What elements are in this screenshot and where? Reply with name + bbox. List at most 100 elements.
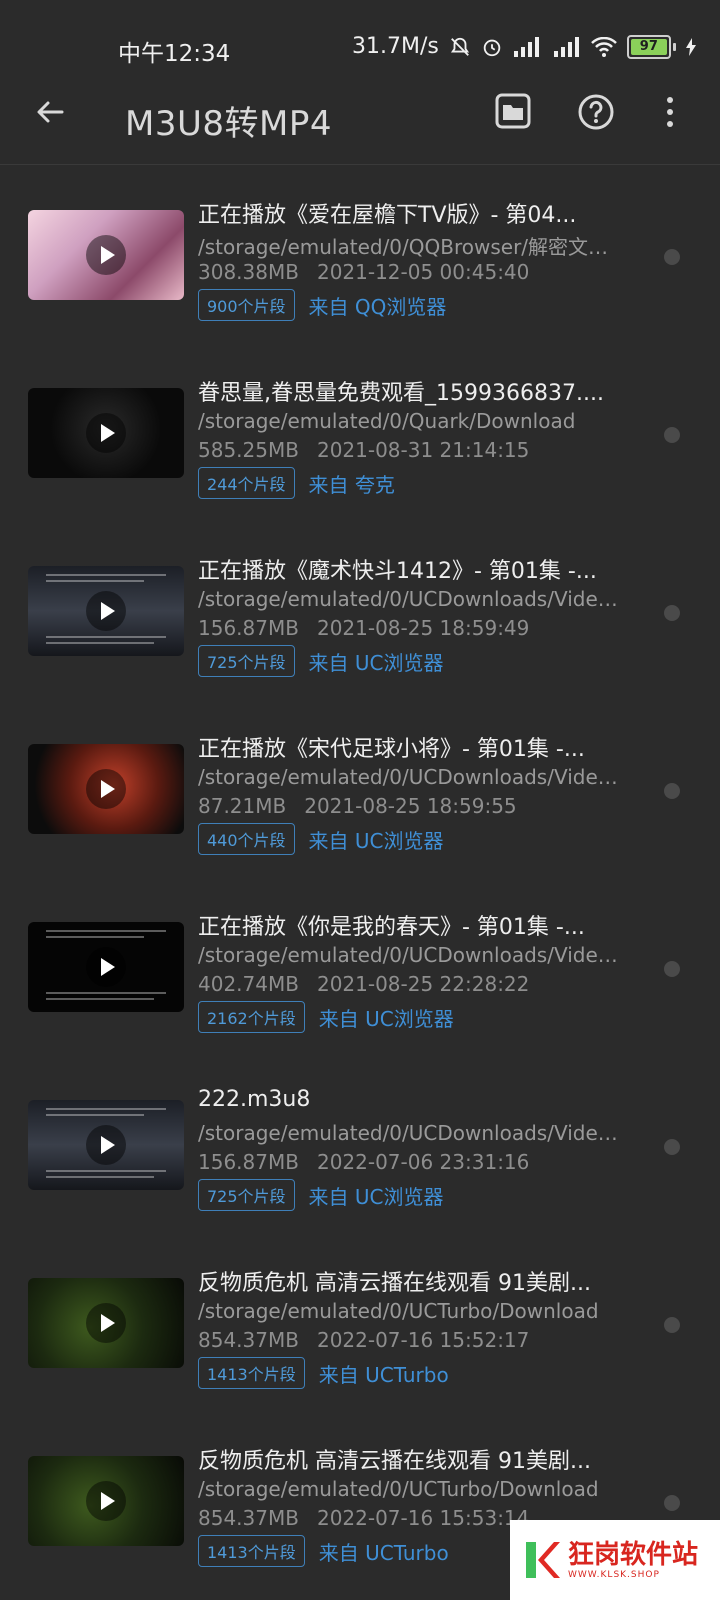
select-radio[interactable]	[664, 605, 680, 621]
video-thumbnail[interactable]	[28, 1100, 184, 1190]
app-bar: M3U8转MP4	[0, 72, 720, 164]
video-name: 正在播放《魔术快斗1412》- 第01集 -...	[198, 559, 597, 584]
list-item[interactable]: 反物质危机 高清云播在线观看 91美剧... /storage/emulated/…	[0, 1233, 720, 1411]
segment-count-badge: 1413个片段	[198, 1357, 305, 1389]
video-date: 2021-08-31 21:14:15	[316, 438, 530, 462]
video-date: 2021-08-25 18:59:49	[316, 616, 530, 640]
folder-button[interactable]	[494, 92, 538, 136]
page-title: M3U8转MP4	[125, 104, 332, 144]
segment-count-badge: 725个片段	[198, 645, 295, 677]
list-item[interactable]: 眷思量,眷思量免费观看_1599366837.... /storage/emula…	[0, 343, 720, 521]
video-path: /storage/emulated/0/UCDownloads/Video...	[198, 587, 628, 611]
video-tags: 1413个片段 来自 UCTurbo	[198, 1357, 449, 1389]
play-icon	[86, 1481, 126, 1521]
video-thumbnail[interactable]	[28, 744, 184, 834]
video-tags: 440个片段 来自 UC浏览器	[198, 823, 444, 855]
segment-count-badge: 2162个片段	[198, 1001, 305, 1033]
watermark-title: 狂岗软件站	[568, 1540, 699, 1570]
play-icon	[86, 591, 126, 631]
select-radio[interactable]	[664, 249, 680, 265]
list-item[interactable]: 正在播放《魔术快斗1412》- 第01集 -... /storage/emulat…	[0, 521, 720, 699]
help-button[interactable]	[576, 92, 620, 136]
mute-bell-icon	[449, 36, 471, 58]
video-path: /storage/emulated/0/UCTurbo/Download	[198, 1477, 599, 1501]
list-item[interactable]: 正在播放《宋代足球小将》- 第01集 -... /storage/emulated…	[0, 699, 720, 877]
video-name: 反物质危机 高清云播在线观看 91美剧...	[198, 1271, 591, 1296]
video-meta: 156.87MB 2021-08-25 18:59:49	[198, 616, 529, 640]
video-thumbnail[interactable]	[28, 210, 184, 300]
video-date: 2022-07-16 15:52:17	[316, 1328, 530, 1352]
video-tags: 725个片段 来自 UC浏览器	[198, 645, 444, 677]
video-source: 来自 UC浏览器	[308, 1184, 444, 1209]
video-meta: 308.38MB 2021-12-05 00:45:40	[198, 260, 529, 284]
watermark-logo-icon	[524, 1538, 560, 1582]
video-meta: 402.74MB 2021-08-25 22:28:22	[198, 972, 529, 996]
video-source: 来自 UCTurbo	[318, 1540, 449, 1565]
segment-count-badge: 900个片段	[198, 289, 295, 321]
watermark-url: WWW.KLSK.SHOP	[568, 1570, 660, 1580]
select-radio[interactable]	[664, 1317, 680, 1333]
video-size: 156.87MB	[198, 616, 299, 640]
video-thumbnail[interactable]	[28, 1456, 184, 1546]
more-vert-icon	[656, 97, 684, 136]
select-radio[interactable]	[664, 1495, 680, 1511]
video-name: 反物质危机 高清云播在线观看 91美剧...	[198, 1449, 591, 1474]
video-path: /storage/emulated/0/UCDownloads/Video...	[198, 1121, 628, 1145]
video-size: 854.37MB	[198, 1506, 299, 1530]
video-thumbnail[interactable]	[28, 922, 184, 1012]
segment-count-badge: 1413个片段	[198, 1535, 305, 1567]
signal-icon	[513, 36, 541, 57]
more-button[interactable]	[656, 92, 684, 136]
video-path: /storage/emulated/0/UCDownloads/Video...	[198, 765, 628, 789]
video-date: 2021-08-25 22:28:22	[316, 972, 530, 996]
video-source: 来自 UC浏览器	[308, 828, 444, 853]
video-name: 正在播放《宋代足球小将》- 第01集 -...	[198, 737, 585, 762]
select-radio[interactable]	[664, 427, 680, 443]
video-meta: 854.37MB 2022-07-16 15:52:17	[198, 1328, 529, 1352]
segment-count-badge: 440个片段	[198, 823, 295, 855]
video-size: 87.21MB	[198, 794, 287, 818]
play-icon	[86, 1125, 126, 1165]
video-tags: 2162个片段 来自 UC浏览器	[198, 1001, 454, 1033]
video-thumbnail[interactable]	[28, 566, 184, 656]
wifi-icon	[590, 36, 617, 57]
play-icon	[86, 235, 126, 275]
status-time: 中午12:34	[118, 41, 231, 67]
play-icon	[86, 947, 126, 987]
battery-icon: 97	[626, 34, 676, 59]
back-button[interactable]	[28, 92, 72, 136]
video-source: 来自 QQ浏览器	[308, 294, 447, 319]
watermark: 狂岗软件站 WWW.KLSK.SHOP	[510, 1520, 720, 1600]
video-thumbnail[interactable]	[28, 1278, 184, 1368]
video-source: 来自 UC浏览器	[308, 650, 444, 675]
video-tags: 725个片段 来自 UC浏览器	[198, 1179, 444, 1211]
video-meta: 585.25MB 2021-08-31 21:14:15	[198, 438, 529, 462]
list-item[interactable]: 正在播放《爱在屋檐下TV版》- 第04... /storage/emulated/…	[0, 165, 720, 343]
select-radio[interactable]	[664, 961, 680, 977]
video-date: 2021-08-25 18:59:55	[304, 794, 517, 818]
video-date: 2021-12-05 00:45:40	[316, 260, 530, 284]
charging-icon	[685, 37, 696, 56]
video-tags: 1413个片段 来自 UCTurbo	[198, 1535, 449, 1567]
video-path: /storage/emulated/0/Quark/Download	[198, 409, 576, 433]
video-size: 402.74MB	[198, 972, 299, 996]
video-source: 来自 UC浏览器	[318, 1006, 454, 1031]
select-radio[interactable]	[664, 783, 680, 799]
video-date: 2022-07-06 23:31:16	[316, 1150, 530, 1174]
video-meta: 87.21MB 2021-08-25 18:59:55	[198, 794, 517, 818]
folder-icon	[494, 93, 532, 134]
segment-count-badge: 244个片段	[198, 467, 295, 499]
list-item[interactable]: 正在播放《你是我的春天》- 第01集 -... /storage/emulated…	[0, 877, 720, 1055]
video-name: 222.m3u8	[198, 1087, 311, 1112]
select-radio[interactable]	[664, 1139, 680, 1155]
video-thumbnail[interactable]	[28, 388, 184, 478]
video-date: 2022-07-16 15:53:14	[316, 1506, 530, 1530]
play-icon	[86, 413, 126, 453]
network-speed: 31.7M/s	[352, 34, 439, 59]
play-icon	[86, 1303, 126, 1343]
video-path: /storage/emulated/0/UCDownloads/Video...	[198, 943, 628, 967]
back-arrow-icon	[34, 96, 66, 132]
list-item[interactable]: 222.m3u8/storage/emulated/0/UCDownloads/…	[0, 1055, 720, 1233]
segment-count-badge: 725个片段	[198, 1179, 295, 1211]
video-source: 来自 夸克	[308, 472, 395, 497]
